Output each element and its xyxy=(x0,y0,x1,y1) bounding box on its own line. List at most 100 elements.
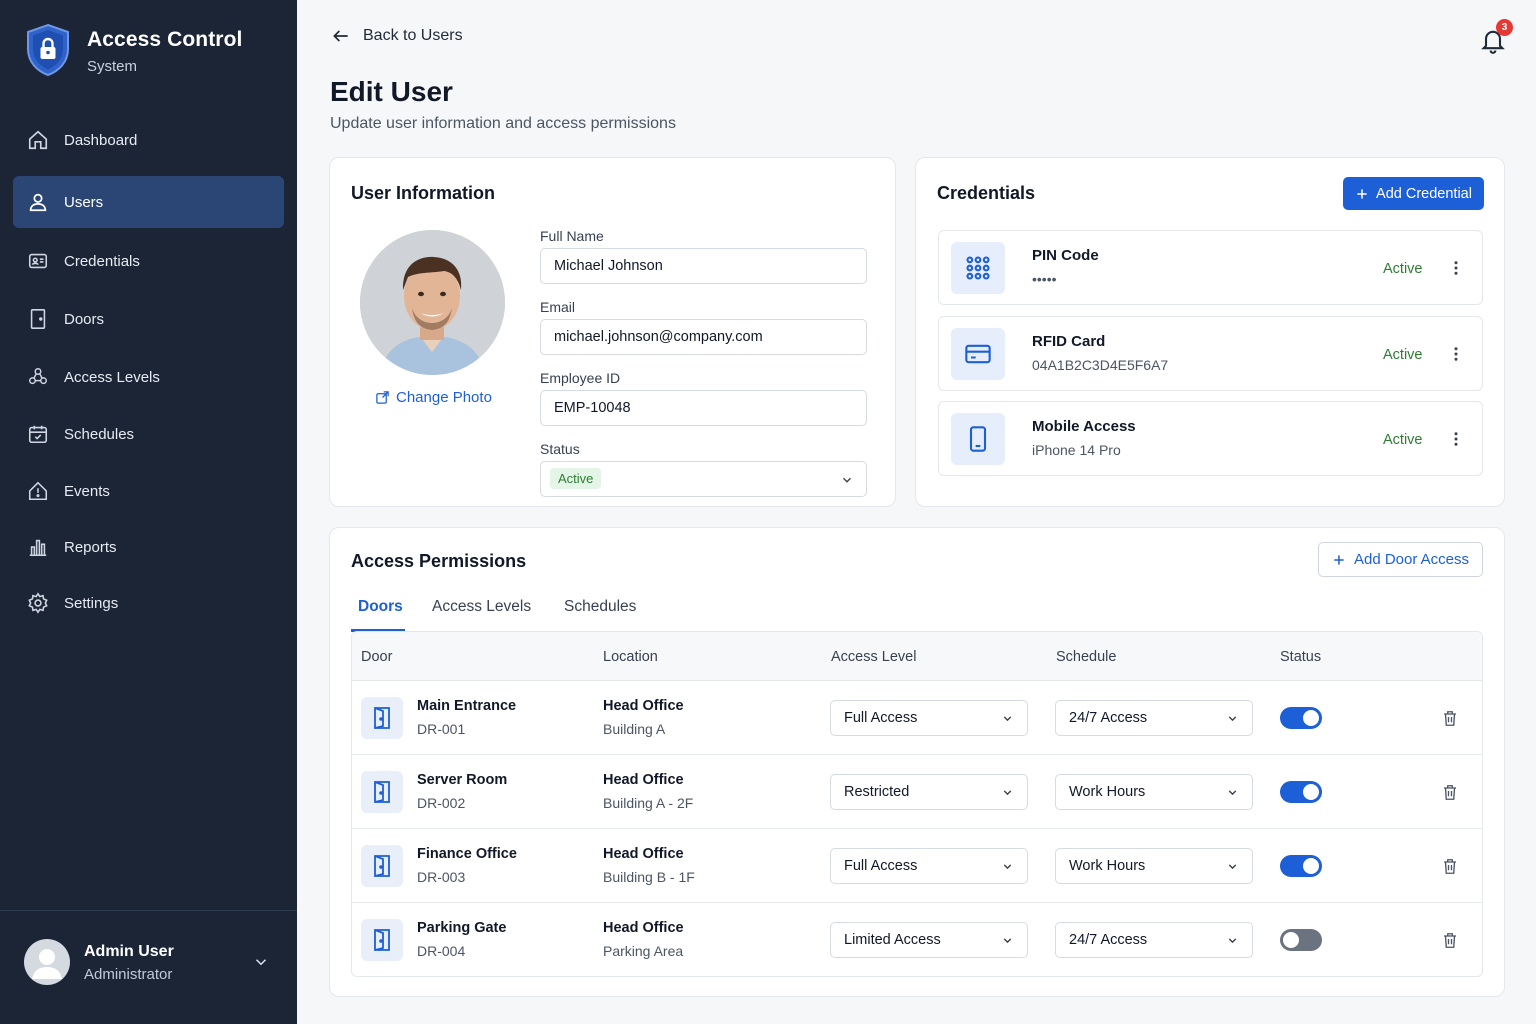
chevron-down-icon xyxy=(1001,786,1014,799)
credential-name: PIN Code xyxy=(1032,247,1099,264)
page-subtitle: Update user information and access permi… xyxy=(330,115,676,132)
home-icon xyxy=(27,129,49,151)
chevron-down-icon[interactable] xyxy=(252,953,270,971)
status-toggle[interactable] xyxy=(1280,781,1322,803)
schedule-select[interactable]: Work Hours xyxy=(1055,774,1253,810)
trash-icon[interactable] xyxy=(1441,857,1459,876)
table-header: Door Location Access Level Schedule Stat… xyxy=(352,632,1482,681)
status-select[interactable]: Active xyxy=(540,461,867,497)
door-icon xyxy=(361,771,403,813)
sidebar-item-doors[interactable]: Doors xyxy=(13,293,284,345)
tab-schedules[interactable]: Schedules xyxy=(564,598,636,616)
tab-access-levels[interactable]: Access Levels xyxy=(432,598,531,616)
add-credential-label: Add Credential xyxy=(1376,185,1472,202)
keypad-icon xyxy=(951,242,1005,294)
add-door-access-button[interactable]: Add Door Access xyxy=(1318,542,1483,577)
access-level-select[interactable]: Restricted xyxy=(830,774,1028,810)
user-information-card: User Information Change Photo Full Name … xyxy=(329,157,896,507)
plus-icon xyxy=(1334,554,1344,565)
mobile-icon xyxy=(951,413,1005,465)
location-detail: Parking Area xyxy=(603,943,684,959)
access-level-select[interactable]: Limited Access xyxy=(830,922,1028,958)
table-row: Server Room DR-002 Head Office Building … xyxy=(352,755,1482,829)
access-level-value: Limited Access xyxy=(844,932,941,948)
sidebar-item-events[interactable]: Events xyxy=(13,465,284,517)
shield-lock-icon xyxy=(24,22,72,78)
add-credential-button[interactable]: Add Credential xyxy=(1343,177,1484,210)
door-icon xyxy=(361,845,403,887)
status-toggle[interactable] xyxy=(1280,929,1322,951)
change-photo-button[interactable]: Change Photo xyxy=(375,389,492,406)
sidebar-item-label: Events xyxy=(64,482,110,500)
door-name: Server Room xyxy=(417,772,508,788)
more-options-icon[interactable] xyxy=(1447,430,1465,448)
tab-doors[interactable]: Doors xyxy=(358,598,403,616)
sidebar-item-label: Users xyxy=(64,193,104,211)
location-site: Head Office xyxy=(603,846,684,862)
chevron-down-icon xyxy=(1226,860,1239,873)
sidebar-item-label: Access Levels xyxy=(64,368,160,386)
schedule-value: 24/7 Access xyxy=(1069,710,1148,726)
chevron-down-icon xyxy=(1226,712,1239,725)
sidebar-item-users[interactable]: Users xyxy=(13,176,284,228)
back-to-users-link[interactable]: Back to Users xyxy=(331,26,463,46)
access-level-value: Full Access xyxy=(844,710,918,726)
table-row: Finance Office DR-003 Head Office Buildi… xyxy=(352,829,1482,903)
sidebar-item-label: Credentials xyxy=(64,252,140,270)
status-badge: Active xyxy=(550,468,602,489)
sidebar-item-label: Settings xyxy=(64,594,119,612)
door-icon xyxy=(361,697,403,739)
schedule-select[interactable]: 24/7 Access xyxy=(1055,700,1253,736)
admin-name: Admin User xyxy=(84,943,174,960)
email-label: Email xyxy=(540,299,576,315)
schedule-value: Work Hours xyxy=(1069,858,1146,874)
status-toggle[interactable] xyxy=(1280,707,1322,729)
access-level-select[interactable]: Full Access xyxy=(830,700,1028,736)
chevron-down-icon xyxy=(840,473,854,487)
location-detail: Building B - 1F xyxy=(603,869,695,885)
more-options-icon[interactable] xyxy=(1447,259,1465,277)
schedule-select[interactable]: Work Hours xyxy=(1055,848,1253,884)
access-permissions-title: Access Permissions xyxy=(351,551,527,571)
credential-value: 04A1B2C3D4E5F6A7 xyxy=(1032,357,1169,373)
current-user-panel[interactable]: Admin User Administrator xyxy=(0,910,297,1024)
more-options-icon[interactable] xyxy=(1447,345,1465,363)
card-icon xyxy=(951,328,1005,380)
status-label: Status xyxy=(540,441,580,457)
arrow-left-icon xyxy=(333,30,348,42)
add-door-access-label: Add Door Access xyxy=(1353,551,1470,568)
sidebar-item-access-levels[interactable]: Access Levels xyxy=(13,351,284,403)
chevron-down-icon xyxy=(1001,860,1014,873)
trash-icon[interactable] xyxy=(1441,783,1459,802)
employee-id-field[interactable] xyxy=(540,390,867,426)
door-id: DR-001 xyxy=(417,721,466,737)
trash-icon[interactable] xyxy=(1441,709,1459,728)
sidebar-item-label: Reports xyxy=(64,538,117,556)
email-field[interactable] xyxy=(540,319,867,355)
sidebar-item-credentials[interactable]: Credentials xyxy=(13,235,284,287)
sidebar-item-schedules[interactable]: Schedules xyxy=(13,408,284,460)
column-header: Access Level xyxy=(831,649,917,665)
access-level-select[interactable]: Full Access xyxy=(830,848,1028,884)
sidebar-item-label: Dashboard xyxy=(64,131,138,149)
calendar-icon xyxy=(27,423,49,445)
credential-item-mobile: Mobile Access iPhone 14 Pro Active xyxy=(938,401,1483,476)
credential-status: Active xyxy=(1383,432,1423,448)
sidebar-item-label: Schedules xyxy=(64,425,135,443)
trash-icon[interactable] xyxy=(1441,931,1459,950)
sidebar-item-settings[interactable]: Settings xyxy=(13,577,284,629)
schedule-value: 24/7 Access xyxy=(1069,932,1148,948)
gear-icon xyxy=(27,592,49,614)
change-photo-label: Change Photo xyxy=(396,389,492,406)
credentials-title: Credentials xyxy=(937,183,1036,203)
door-icon xyxy=(361,919,403,961)
column-header: Door xyxy=(361,649,393,665)
schedule-value: Work Hours xyxy=(1069,784,1146,800)
door-icon xyxy=(27,308,49,330)
location-site: Head Office xyxy=(603,772,684,788)
sidebar-item-reports[interactable]: Reports xyxy=(13,521,284,573)
status-toggle[interactable] xyxy=(1280,855,1322,877)
schedule-select[interactable]: 24/7 Access xyxy=(1055,922,1253,958)
sidebar-item-dashboard[interactable]: Dashboard xyxy=(13,114,284,166)
full-name-field[interactable] xyxy=(540,248,867,284)
